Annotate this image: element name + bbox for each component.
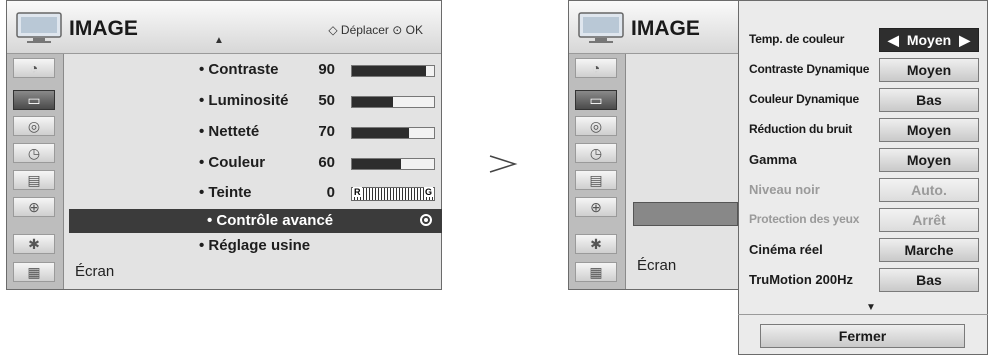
sidebar-audio-icon[interactable]: ◎ (13, 116, 55, 136)
color-temp-selector[interactable]: ◀ Moyen ▶ (879, 28, 979, 52)
level-bar (351, 65, 435, 77)
submenu-value: Auto. (879, 178, 979, 202)
setting-value: 70 (318, 123, 335, 140)
setting-label: • Réglage usine (199, 237, 311, 254)
setting-label: • Luminosité (199, 92, 289, 109)
selected-item-highlight (633, 202, 738, 226)
advanced-control-submenu: Temp. de couleur ◀ Moyen ▶ Contraste Dyn… (738, 0, 988, 355)
sidebar-bluetooth-icon[interactable]: ✱ (575, 234, 617, 254)
setting-brightness[interactable]: • Luminosité 50 (199, 92, 439, 112)
submenu-row-dynamic-contrast[interactable]: Contraste Dynamique Moyen (749, 58, 979, 82)
picture-menu-right: IMAGE ◔ ▭ ◎ ◷ ▤ ⊕ ✱ ▦ Écran (568, 0, 743, 290)
setting-tint[interactable]: • Teinte 0 R G (199, 184, 439, 204)
sidebar-setup-icon[interactable]: ◔ (575, 58, 617, 78)
level-bar (351, 158, 435, 170)
navigation-hint: ◇ Déplacer ⊙ OK (328, 23, 423, 37)
setting-color[interactable]: • Couleur 60 (199, 154, 439, 174)
submenu-row-trumotion[interactable]: TruMotion 200Hz Bas (749, 268, 979, 292)
tint-green-label: G (423, 187, 433, 197)
sidebar-picture-icon[interactable]: ▭ (13, 90, 55, 110)
setting-label: • Teinte (199, 184, 252, 201)
sidebar-time-icon[interactable]: ◷ (575, 143, 617, 163)
setting-value: 90 (318, 61, 335, 78)
move-arrows-icon: ◇ (328, 23, 338, 37)
submenu-value[interactable]: Moyen (879, 58, 979, 82)
setting-value: 60 (318, 154, 335, 171)
submenu-label: Cinéma réel (749, 242, 823, 257)
sidebar-bluetooth-icon[interactable]: ✱ (13, 234, 55, 254)
submenu-value[interactable]: Bas (879, 268, 979, 292)
setting-contrast[interactable]: • Contraste 90 (199, 61, 439, 81)
screen-item[interactable]: Écran (637, 257, 676, 274)
category-sidebar: ◔ ▭ ◎ ◷ ▤ ⊕ ✱ ▦ (569, 54, 626, 289)
menu-title-bar: IMAGE ◇ Déplacer ⊙ OK ▲ (7, 1, 441, 54)
sidebar-time-icon[interactable]: ◷ (13, 143, 55, 163)
submenu-label: Niveau noir (749, 182, 820, 197)
monitor-icon (16, 12, 62, 43)
scroll-up-icon[interactable]: ▲ (214, 35, 224, 46)
scroll-down-icon[interactable]: ▼ (866, 302, 876, 313)
submenu-label: Réduction du bruit (749, 122, 853, 136)
advanced-control-item[interactable]: • Contrôle avancé (69, 209, 442, 233)
submenu-label: Contraste Dynamique (749, 62, 870, 76)
hint-text: Déplacer ⊙ OK (340, 23, 423, 37)
submenu-label: TruMotion 200Hz (749, 272, 854, 287)
sidebar-option-icon[interactable]: ▤ (575, 170, 617, 190)
setting-label: • Contraste (199, 61, 279, 78)
submenu-row-eye-care: Protection des yeux Arrêt (749, 208, 979, 232)
submenu-value[interactable]: Moyen (879, 118, 979, 142)
level-bar (351, 96, 435, 108)
selected-radio-icon (420, 214, 432, 226)
sidebar-picture-icon[interactable]: ▭ (575, 90, 617, 110)
tint-scale: R G (351, 187, 435, 201)
tint-red-label: R (353, 187, 362, 197)
next-step-arrow-icon (489, 155, 518, 173)
category-sidebar: ◔ ▭ ◎ ◷ ▤ ⊕ ✱ ▦ (7, 54, 64, 289)
setting-sharpness[interactable]: • Netteté 70 (199, 123, 439, 143)
menu-item-label: • Contrôle avancé (207, 212, 334, 229)
setting-factory-reset[interactable]: • Réglage usine (199, 237, 439, 257)
level-bar (351, 127, 435, 139)
monitor-icon (578, 12, 624, 43)
submenu-value[interactable]: Moyen (879, 148, 979, 172)
arrow-right-icon[interactable]: ▶ (959, 29, 970, 51)
sidebar-media-icon[interactable]: ▦ (13, 262, 55, 282)
screen-item[interactable]: Écran (75, 263, 114, 280)
submenu-row-noise-reduction[interactable]: Réduction du bruit Moyen (749, 118, 979, 142)
close-button[interactable]: Fermer (760, 324, 965, 348)
setting-value: 50 (318, 92, 335, 109)
setting-label: • Couleur (199, 154, 266, 171)
menu-title: IMAGE (631, 17, 700, 40)
submenu-divider (738, 314, 988, 315)
sidebar-media-icon[interactable]: ▦ (575, 262, 617, 282)
submenu-row-dynamic-color[interactable]: Couleur Dynamique Bas (749, 88, 979, 112)
menu-title-bar: IMAGE (569, 1, 742, 54)
setting-value: 0 (326, 184, 335, 201)
arrow-left-icon[interactable]: ◀ (888, 29, 899, 51)
submenu-row-black-level: Niveau noir Auto. (749, 178, 979, 202)
submenu-row-real-cinema[interactable]: Cinéma réel Marche (749, 238, 979, 262)
setting-label: • Netteté (199, 123, 260, 140)
submenu-row-color-temp[interactable]: Temp. de couleur ◀ Moyen ▶ (749, 28, 979, 52)
sidebar-setup-icon[interactable]: ◔ (13, 58, 55, 78)
submenu-value[interactable]: Marche (879, 238, 979, 262)
menu-title: IMAGE (69, 17, 138, 40)
submenu-value: Moyen (906, 32, 952, 48)
submenu-label: Couleur Dynamique (749, 92, 859, 106)
submenu-label: Temp. de couleur (749, 32, 845, 46)
submenu-label: Protection des yeux (749, 212, 860, 226)
submenu-value: Arrêt (879, 208, 979, 232)
picture-menu-left: IMAGE ◇ Déplacer ⊙ OK ▲ ◔ ▭ ◎ ◷ ▤ ⊕ ✱ ▦ … (6, 0, 442, 290)
submenu-value[interactable]: Bas (879, 88, 979, 112)
sidebar-lock-icon[interactable]: ⊕ (13, 197, 55, 217)
sidebar-audio-icon[interactable]: ◎ (575, 116, 617, 136)
submenu-label: Gamma (749, 152, 797, 167)
sidebar-option-icon[interactable]: ▤ (13, 170, 55, 190)
sidebar-lock-icon[interactable]: ⊕ (575, 197, 617, 217)
submenu-row-gamma[interactable]: Gamma Moyen (749, 148, 979, 172)
